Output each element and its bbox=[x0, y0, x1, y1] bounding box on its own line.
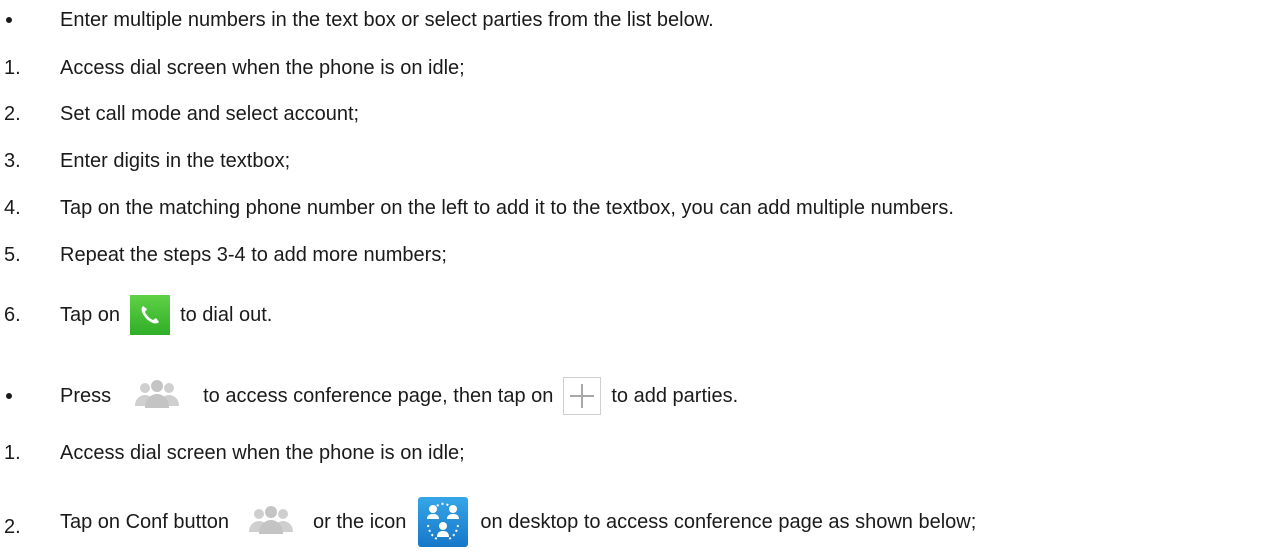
item-text: Tap on Conf button or the icon on deskto… bbox=[60, 497, 976, 547]
item-number: 1. bbox=[4, 56, 21, 79]
item-text-after: to dial out. bbox=[180, 303, 273, 326]
item-number: 1. bbox=[4, 441, 21, 464]
bullet bbox=[6, 17, 12, 23]
item-number: 6. bbox=[4, 303, 21, 326]
item-text: Tap on the matching phone number on the … bbox=[60, 196, 954, 219]
item-text-before: Tap on Conf button bbox=[60, 510, 230, 533]
conference-people-icon bbox=[125, 378, 189, 414]
bullet bbox=[6, 393, 12, 399]
item-text-after: to add parties. bbox=[611, 384, 739, 407]
item-text: Access dial screen when the phone is on … bbox=[60, 441, 465, 464]
item-number: 5. bbox=[4, 243, 21, 266]
item-number: 2. bbox=[4, 516, 21, 538]
item-text-before: Tap on bbox=[60, 303, 121, 326]
call-icon bbox=[130, 295, 171, 335]
item-text: Repeat the steps 3-4 to add more numbers… bbox=[60, 243, 447, 266]
item-text: Tap on to dial out. bbox=[60, 295, 272, 335]
item-number: 2. bbox=[4, 102, 21, 125]
plus-icon bbox=[563, 377, 602, 415]
conference-people-icon bbox=[239, 504, 303, 540]
item-text: Access dial screen when the phone is on … bbox=[60, 56, 465, 79]
item-text: Set call mode and select account; bbox=[60, 102, 360, 125]
item-text: Enter digits in the textbox; bbox=[60, 149, 291, 172]
item-text-middle: to access conference page, then tap on bbox=[203, 384, 554, 407]
conference-desktop-icon bbox=[418, 497, 469, 547]
item-text-before: Press bbox=[60, 384, 112, 407]
item-text: Enter multiple numbers in the text box o… bbox=[60, 8, 714, 31]
item-text-middle: or the icon bbox=[313, 510, 407, 533]
item-number: 4. bbox=[4, 196, 21, 219]
item-number: 3. bbox=[4, 149, 21, 172]
item-text: Press to access conference page, then ta… bbox=[60, 377, 738, 415]
item-text-after: on desktop to access conference page as … bbox=[480, 510, 977, 533]
